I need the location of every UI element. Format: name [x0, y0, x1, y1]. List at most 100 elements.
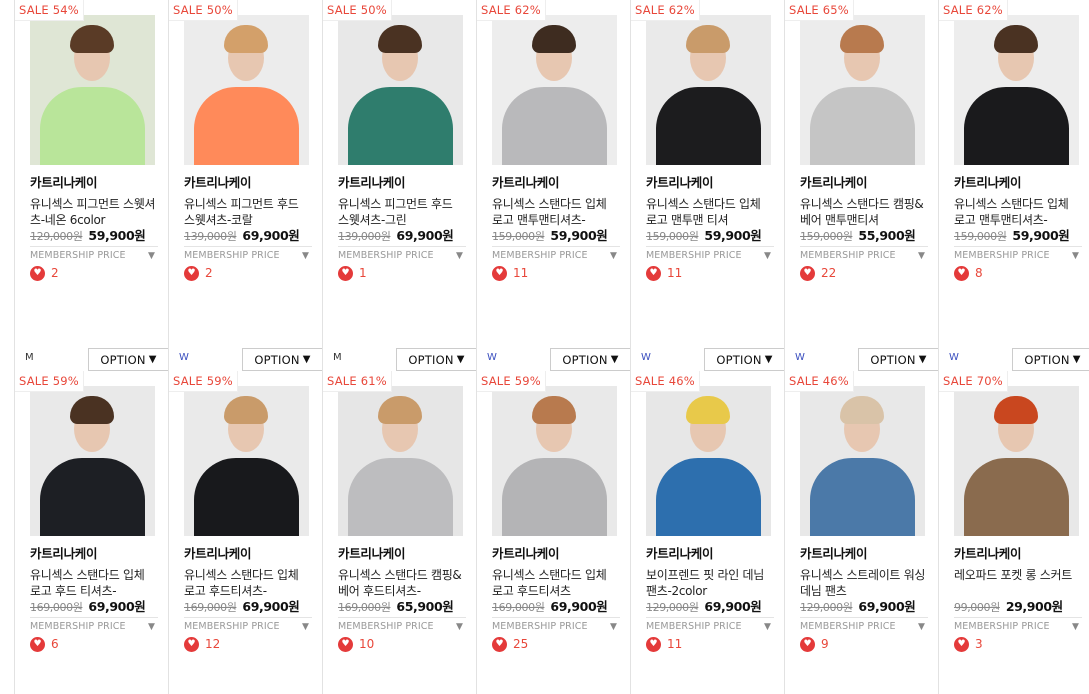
product-image[interactable] — [800, 386, 925, 536]
brand-name[interactable]: 카트리나케이 — [492, 545, 620, 563]
product-card[interactable]: SALE 62% 카트리나케이 유니섹스 스탠다드 입체 로고 맨투맨티셔츠- 159… — [476, 0, 631, 371]
membership-price-toggle[interactable]: MEMBERSHIP PRICE ▼ — [646, 246, 774, 264]
original-price: 139,000원 — [184, 230, 237, 243]
like-count[interactable]: ♥ 3 — [954, 635, 1082, 653]
brand-name[interactable]: 카트리나케이 — [646, 174, 774, 192]
product-card[interactable]: SALE 46% 카트리나케이 유니섹스 스트레이트 워싱 데님 팬츠 129,000… — [784, 371, 938, 694]
product-name[interactable]: 유니섹스 스탠다드 입체 로고 맨투맨 티셔 — [646, 196, 774, 228]
brand-name[interactable]: 카트리나케이 — [954, 174, 1082, 192]
option-button[interactable]: OPTION ▼ — [550, 348, 631, 371]
product-card[interactable]: SALE 46% 카트리나케이 보이프렌드 핏 라인 데님 팬츠-2color 129… — [630, 371, 784, 694]
product-image[interactable] — [954, 386, 1079, 536]
brand-name[interactable]: 카트리나케이 — [800, 174, 928, 192]
product-image[interactable] — [184, 15, 309, 165]
product-image[interactable] — [492, 15, 617, 165]
price-row: 169,000원 69,900원 — [492, 599, 620, 615]
membership-price-toggle[interactable]: MEMBERSHIP PRICE ▼ — [338, 246, 466, 264]
product-card[interactable]: SALE 70% 카트리나케이 레오파드 포켓 롱 스커트 99,000원 29,900… — [938, 371, 1089, 694]
like-count[interactable]: ♥ 12 — [184, 635, 312, 653]
like-count[interactable]: ♥ 11 — [646, 264, 774, 282]
membership-price-toggle[interactable]: MEMBERSHIP PRICE ▼ — [30, 617, 158, 635]
brand-name[interactable]: 카트리나케이 — [338, 545, 466, 563]
like-count[interactable]: ♥ 1 — [338, 264, 466, 282]
like-count[interactable]: ♥ 25 — [492, 635, 620, 653]
product-image[interactable] — [338, 15, 463, 165]
membership-price-toggle[interactable]: MEMBERSHIP PRICE ▼ — [954, 617, 1082, 635]
like-count[interactable]: ♥ 2 — [30, 264, 158, 282]
like-count[interactable]: ♥ 9 — [800, 635, 928, 653]
product-name[interactable]: 유니섹스 스탠다드 입체 로고 후드 티셔츠- — [30, 567, 158, 599]
option-button[interactable]: OPTION ▼ — [88, 348, 169, 371]
product-name[interactable]: 유니섹스 피그먼트 후드 스웻셔츠-그린 — [338, 196, 466, 228]
product-image[interactable] — [338, 386, 463, 536]
like-count[interactable]: ♥ 22 — [800, 264, 928, 282]
option-button[interactable]: OPTION ▼ — [396, 348, 477, 371]
membership-price-toggle[interactable]: MEMBERSHIP PRICE ▼ — [492, 617, 620, 635]
product-card[interactable]: SALE 61% 카트리나케이 유니섹스 스탠다드 캠핑&베어 후드티셔츠- 169,… — [322, 371, 476, 694]
price-row: 159,000원 59,900원 — [646, 228, 774, 244]
like-count[interactable]: ♥ 10 — [338, 635, 466, 653]
original-price: 169,000원 — [492, 601, 545, 614]
membership-price-toggle[interactable]: MEMBERSHIP PRICE ▼ — [800, 617, 928, 635]
like-count[interactable]: ♥ 8 — [954, 264, 1082, 282]
product-name[interactable]: 보이프렌드 핏 라인 데님 팬츠-2color — [646, 567, 774, 599]
membership-price-toggle[interactable]: MEMBERSHIP PRICE ▼ — [184, 617, 312, 635]
product-card[interactable]: SALE 62% 카트리나케이 유니섹스 스탠다드 입체 로고 맨투맨 티셔 159,… — [630, 0, 785, 371]
membership-price-toggle[interactable]: MEMBERSHIP PRICE ▼ — [646, 617, 774, 635]
product-image[interactable] — [30, 15, 155, 165]
membership-price-toggle[interactable]: MEMBERSHIP PRICE ▼ — [30, 246, 158, 264]
like-count[interactable]: ♥ 11 — [492, 264, 620, 282]
membership-price-toggle[interactable]: MEMBERSHIP PRICE ▼ — [492, 246, 620, 264]
product-card[interactable]: SALE 65% 카트리나케이 유니섹스 스탠다드 캠핑&베어 맨투맨티셔 159,0… — [784, 0, 939, 371]
product-image[interactable] — [646, 386, 771, 536]
membership-price-toggle[interactable]: MEMBERSHIP PRICE ▼ — [954, 246, 1082, 264]
product-card[interactable]: SALE 62% 카트리나케이 유니섹스 스탠다드 입체 로고 맨투맨티셔츠- 159… — [938, 0, 1089, 371]
membership-price-toggle[interactable]: MEMBERSHIP PRICE ▼ — [338, 617, 466, 635]
product-name[interactable]: 유니섹스 피그먼트 스웻셔츠-네온 6color — [30, 196, 158, 228]
product-card[interactable]: SALE 59% 카트리나케이 유니섹스 스탠다드 입체 로고 후드 티셔츠- 169… — [14, 371, 168, 694]
product-card[interactable]: SALE 50% 카트리나케이 유니섹스 피그먼트 후드 스웻셔츠-코랄 139,00… — [168, 0, 323, 371]
card-footer: W OPTION ▼ — [169, 348, 323, 371]
product-card[interactable]: SALE 59% 카트리나케이 유니섹스 스탠다드 입체 로고 후드티셔츠 169,0… — [476, 371, 630, 694]
brand-name[interactable]: 카트리나케이 — [30, 174, 158, 192]
brand-name[interactable]: 카트리나케이 — [184, 174, 312, 192]
product-name[interactable]: 유니섹스 스탠다드 캠핑&베어 맨투맨티셔 — [800, 196, 928, 228]
product-name[interactable]: 유니섹스 스탠다드 입체 로고 후드티셔츠 — [492, 567, 620, 599]
brand-name[interactable]: 카트리나케이 — [184, 545, 312, 563]
product-name[interactable]: 유니섹스 스탠다드 캠핑&베어 후드티셔츠- — [338, 567, 466, 599]
product-image[interactable] — [954, 15, 1079, 165]
product-card[interactable]: SALE 54% 카트리나케이 유니섹스 피그먼트 스웻셔츠-네온 6color 12… — [14, 0, 169, 371]
brand-name[interactable]: 카트리나케이 — [800, 545, 928, 563]
brand-name[interactable]: 카트리나케이 — [646, 545, 774, 563]
garment-shape — [810, 87, 915, 165]
like-count[interactable]: ♥ 11 — [646, 635, 774, 653]
product-card[interactable]: SALE 59% 카트리나케이 유니섹스 스탠다드 입체 로고 후드티셔츠- 169,… — [168, 371, 322, 694]
option-button[interactable]: OPTION ▼ — [858, 348, 939, 371]
option-label: OPTION — [254, 352, 300, 367]
brand-name[interactable]: 카트리나케이 — [338, 174, 466, 192]
product-image[interactable] — [492, 386, 617, 536]
like-count[interactable]: ♥ 2 — [184, 264, 312, 282]
option-button[interactable]: OPTION ▼ — [704, 348, 785, 371]
brand-name[interactable]: 카트리나케이 — [492, 174, 620, 192]
product-image[interactable] — [800, 15, 925, 165]
product-image[interactable] — [646, 15, 771, 165]
caret-down-icon: ▼ — [302, 354, 311, 365]
like-count[interactable]: ♥ 6 — [30, 635, 158, 653]
membership-price-toggle[interactable]: MEMBERSHIP PRICE ▼ — [184, 246, 312, 264]
product-name[interactable]: 유니섹스 피그먼트 후드 스웻셔츠-코랄 — [184, 196, 312, 228]
membership-price-toggle[interactable]: MEMBERSHIP PRICE ▼ — [800, 246, 928, 264]
option-button[interactable]: OPTION ▼ — [242, 348, 323, 371]
option-button[interactable]: OPTION ▼ — [1012, 348, 1089, 371]
product-image[interactable] — [184, 386, 309, 536]
brand-name[interactable]: 카트리나케이 — [30, 545, 158, 563]
product-name[interactable]: 유니섹스 스탠다드 입체 로고 맨투맨티셔츠- — [492, 196, 620, 228]
product-name[interactable]: 유니섹스 스트레이트 워싱 데님 팬츠 — [800, 567, 928, 599]
product-name[interactable]: 유니섹스 스탠다드 입체 로고 맨투맨티셔츠- — [954, 196, 1082, 228]
product-name[interactable]: 유니섹스 스탠다드 입체 로고 후드티셔츠- — [184, 567, 312, 599]
product-card[interactable]: SALE 50% 카트리나케이 유니섹스 피그먼트 후드 스웻셔츠-그린 139,00… — [322, 0, 477, 371]
product-image[interactable] — [30, 386, 155, 536]
brand-name[interactable]: 카트리나케이 — [954, 545, 1082, 563]
product-name[interactable]: 레오파드 포켓 롱 스커트 — [954, 567, 1082, 599]
triangle-down-icon: ▼ — [455, 622, 463, 632]
